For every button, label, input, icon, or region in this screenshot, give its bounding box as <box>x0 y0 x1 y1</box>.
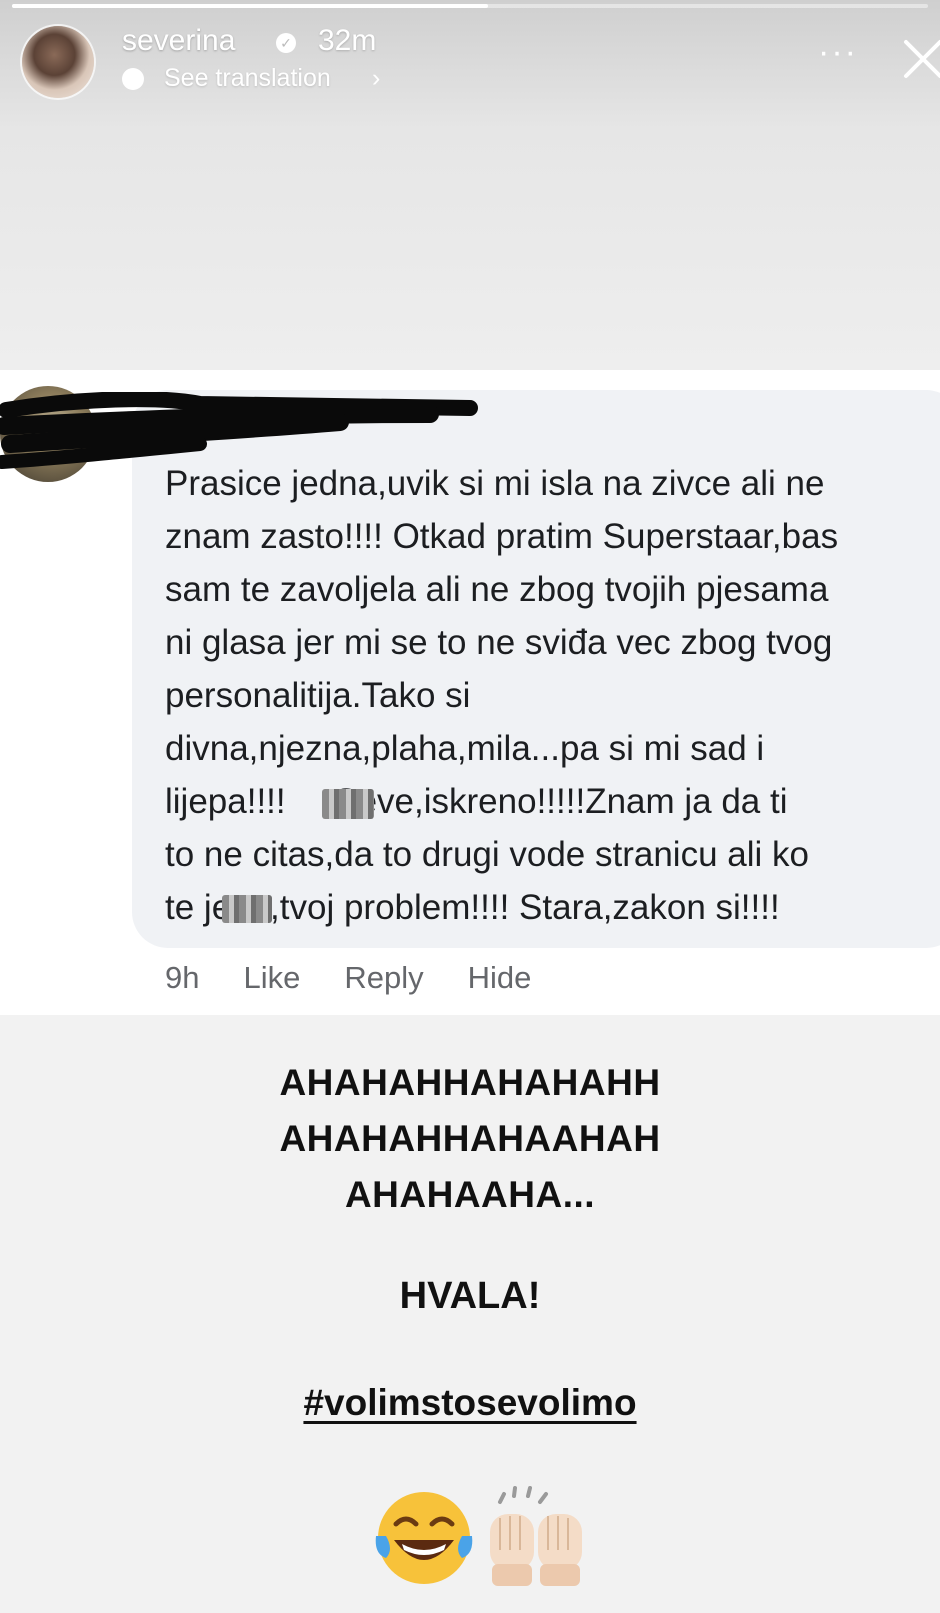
close-icon[interactable] <box>902 32 940 86</box>
tears-of-joy-emoji-icon <box>375 1492 473 1584</box>
comment-line: ni glasa jer mi se to ne sviđa vec zbog … <box>165 623 833 662</box>
comment-line: divna,njezna,plaha,mila...pa si mi sad i <box>165 729 765 768</box>
caption-thanks: HVALA! <box>399 1275 541 1317</box>
comment-text: Prasice jedna,uvik si mi isla na zivce a… <box>165 457 940 937</box>
comment-line: Prasice jedna,uvik si mi isla na zivce a… <box>165 464 825 503</box>
username[interactable]: severina <box>122 24 235 58</box>
chevron-right-icon: › <box>372 64 381 92</box>
comment-line: te je ,tvoj problem!!!! Stara,zakon si!!… <box>165 888 780 927</box>
verified-badge-icon: ✓ <box>276 33 296 53</box>
caption-line: AHAHAHHAHAHAHH <box>279 1062 661 1103</box>
profile-avatar[interactable] <box>22 26 94 98</box>
more-icon[interactable]: ··· <box>818 35 858 69</box>
translate-icon <box>122 68 144 90</box>
comment-line: znam zasto!!!! Otkad pratim Superstaar,b… <box>165 517 839 556</box>
post-time: 32m <box>318 24 377 57</box>
story-header-area: severina ✓ 32m See translation › ··· <box>0 0 940 370</box>
caption-line: AHAHAHHAHAAHAH <box>279 1118 661 1159</box>
story-caption: AHAHAHHAHAHAHH AHAHAHHAHAAHAH AHAHAAHA..… <box>0 1055 940 1223</box>
story-progress-fill <box>12 4 489 8</box>
raising-hands-emoji-icon <box>490 1486 582 1586</box>
see-translation-link[interactable]: See translation <box>164 64 331 93</box>
hashtag-link[interactable]: #volimstosevolimo <box>0 1382 940 1424</box>
comment-line: lijepa!!!! Seve,iskreno!!!!!Znam ja da t… <box>165 782 788 821</box>
comment-line: to ne citas,da to drugi vode stranicu al… <box>165 835 809 874</box>
caption-line: AHAHAAHA... <box>344 1174 596 1215</box>
story-progress-bar <box>12 4 928 8</box>
hide-button[interactable]: Hide <box>468 960 532 996</box>
reply-button[interactable]: Reply <box>344 960 423 996</box>
comment-actions: 9h Like Reply Hide <box>165 960 531 996</box>
emoji-row <box>375 1486 582 1586</box>
censored-word-blur <box>222 895 272 923</box>
censored-word-blur <box>322 789 374 819</box>
comment-line: personalitija.Tako si <box>165 676 471 715</box>
like-button[interactable]: Like <box>243 960 300 996</box>
comment-age: 9h <box>165 960 200 995</box>
comment-line: sam te zavoljela ali ne zbog tvojih pjes… <box>165 570 829 609</box>
